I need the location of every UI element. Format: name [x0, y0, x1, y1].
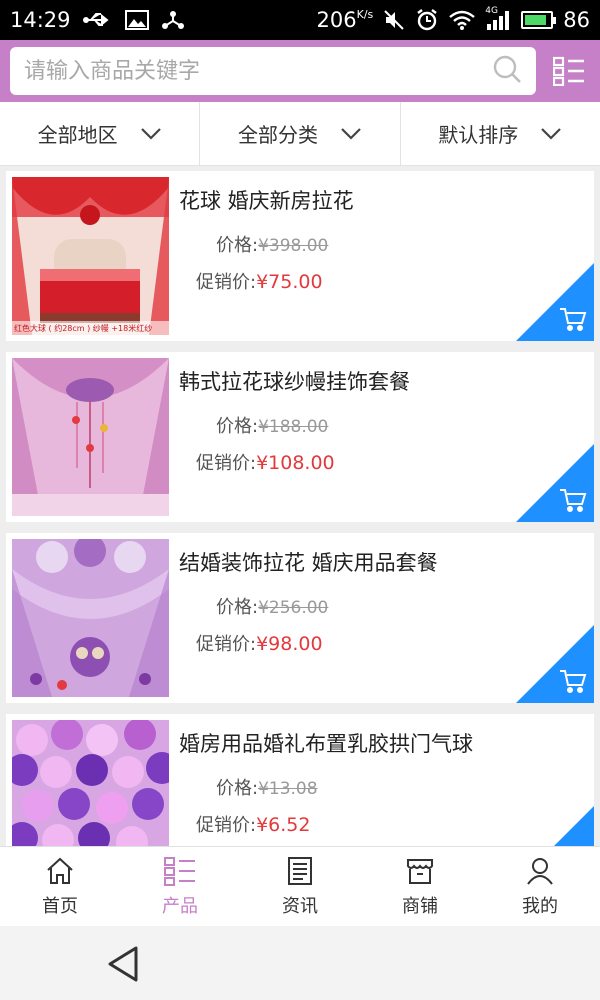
- nav-label: 我的: [522, 895, 558, 917]
- nav-label: 产品: [162, 895, 198, 917]
- share-icon: [161, 9, 185, 31]
- original-price: ¥398.00: [258, 236, 329, 256]
- product-list-icon: [164, 856, 195, 886]
- search-icon[interactable]: [492, 54, 522, 88]
- search-header: [0, 40, 600, 102]
- user-icon: [527, 857, 553, 885]
- signal-icon: 4G: [485, 6, 511, 30]
- original-price: ¥188.00: [258, 417, 329, 437]
- chevron-down-icon: [140, 127, 161, 140]
- usb-icon: [82, 11, 113, 29]
- product-card[interactable]: 结婚装饰拉花 婚庆用品套餐 价格: ¥256.00 促销价: ¥98.00: [6, 533, 594, 703]
- add-to-cart-button[interactable]: [516, 263, 594, 341]
- filter-region[interactable]: 全部地区: [0, 102, 201, 165]
- shop-icon: [407, 858, 433, 884]
- thumb-caption: 红色大球 ( 约28cm ) 纱幔 +18米红纱: [14, 323, 152, 333]
- original-price: ¥256.00: [258, 598, 329, 618]
- search-box[interactable]: [10, 47, 537, 95]
- add-to-cart-button[interactable]: [516, 625, 594, 703]
- promo-price-row: 促销价: ¥75.00: [196, 268, 323, 294]
- price-label: 价格:: [216, 597, 259, 618]
- system-nav-bar: [0, 926, 600, 1000]
- filter-label: 全部地区: [37, 123, 118, 147]
- filter-label: 全部分类: [237, 123, 318, 147]
- filter-sort[interactable]: 默认排序: [401, 102, 600, 165]
- alarm-icon: [415, 8, 439, 32]
- news-icon: [288, 856, 312, 885]
- add-to-cart-button[interactable]: [516, 444, 594, 522]
- network-speed: 206K/s: [316, 8, 374, 32]
- promo-price: ¥108.00: [256, 452, 335, 474]
- wifi-icon: [449, 10, 476, 30]
- battery-icon: [521, 11, 557, 29]
- product-image[interactable]: [12, 539, 169, 697]
- filter-label: 默认排序: [438, 123, 519, 147]
- bottom-nav: 首页 产品 资讯 商铺 我的: [0, 846, 600, 926]
- filter-bar: 全部地区 全部分类 默认排序: [0, 102, 600, 166]
- promo-label: 促销价:: [196, 453, 257, 474]
- nav-news[interactable]: 资讯: [240, 847, 360, 926]
- promo-label: 促销价:: [196, 815, 257, 836]
- nav-profile[interactable]: 我的: [480, 847, 600, 926]
- product-name[interactable]: 结婚装饰拉花 婚庆用品套餐: [179, 547, 438, 577]
- product-list: 红色大球 ( 约28cm ) 纱幔 +18米红纱 花球 婚庆新房拉花 价格: ¥…: [6, 171, 594, 895]
- promo-price-row: 促销价: ¥98.00: [196, 630, 323, 656]
- price-label: 价格:: [216, 778, 259, 799]
- grid-list-icon[interactable]: [548, 50, 590, 92]
- nav-home[interactable]: 首页: [0, 847, 120, 926]
- nav-label: 商铺: [402, 895, 438, 917]
- nav-label: 资讯: [282, 895, 318, 917]
- battery-percent: 86: [563, 8, 590, 32]
- search-input[interactable]: [24, 58, 493, 84]
- promo-price: ¥6.52: [256, 814, 311, 836]
- home-icon: [47, 857, 73, 884]
- product-card[interactable]: 韩式拉花球纱幔挂饰套餐 价格: ¥188.00 促销价: ¥108.00: [6, 352, 594, 522]
- image-icon: [124, 10, 149, 30]
- nav-products[interactable]: 产品: [120, 847, 240, 926]
- promo-price: ¥98.00: [256, 633, 323, 655]
- chevron-down-icon: [541, 127, 562, 140]
- product-name[interactable]: 韩式拉花球纱幔挂饰套餐: [179, 366, 410, 396]
- product-card[interactable]: 红色大球 ( 约28cm ) 纱幔 +18米红纱 花球 婚庆新房拉花 价格: ¥…: [6, 171, 594, 341]
- promo-label: 促销价:: [196, 634, 257, 655]
- original-price-row: 价格: ¥256.00: [216, 593, 328, 619]
- product-image[interactable]: [12, 358, 169, 516]
- chevron-down-icon: [341, 127, 361, 140]
- original-price: ¥13.08: [258, 779, 318, 799]
- promo-price-row: 促销价: ¥108.00: [196, 449, 335, 475]
- filter-category[interactable]: 全部分类: [200, 102, 401, 165]
- product-name[interactable]: 花球 婚庆新房拉花: [179, 185, 354, 215]
- promo-price: ¥75.00: [256, 271, 323, 293]
- price-label: 价格:: [216, 235, 259, 256]
- nav-shop[interactable]: 商铺: [360, 847, 480, 926]
- status-time: 14:29: [10, 8, 71, 32]
- status-bar: 14:29 206K/s 4G 86: [0, 0, 600, 40]
- back-icon[interactable]: [104, 944, 144, 984]
- original-price-row: 价格: ¥13.08: [216, 774, 318, 800]
- product-name[interactable]: 婚房用品婚礼布置乳胶拱门气球: [179, 728, 473, 758]
- mute-icon: [383, 9, 405, 31]
- product-image[interactable]: 红色大球 ( 约28cm ) 纱幔 +18米红纱: [12, 177, 169, 335]
- promo-price-row: 促销价: ¥6.52: [196, 811, 310, 837]
- original-price-row: 价格: ¥188.00: [216, 412, 328, 438]
- promo-label: 促销价:: [196, 272, 257, 293]
- price-label: 价格:: [216, 416, 259, 437]
- original-price-row: 价格: ¥398.00: [216, 231, 328, 257]
- nav-label: 首页: [42, 895, 78, 917]
